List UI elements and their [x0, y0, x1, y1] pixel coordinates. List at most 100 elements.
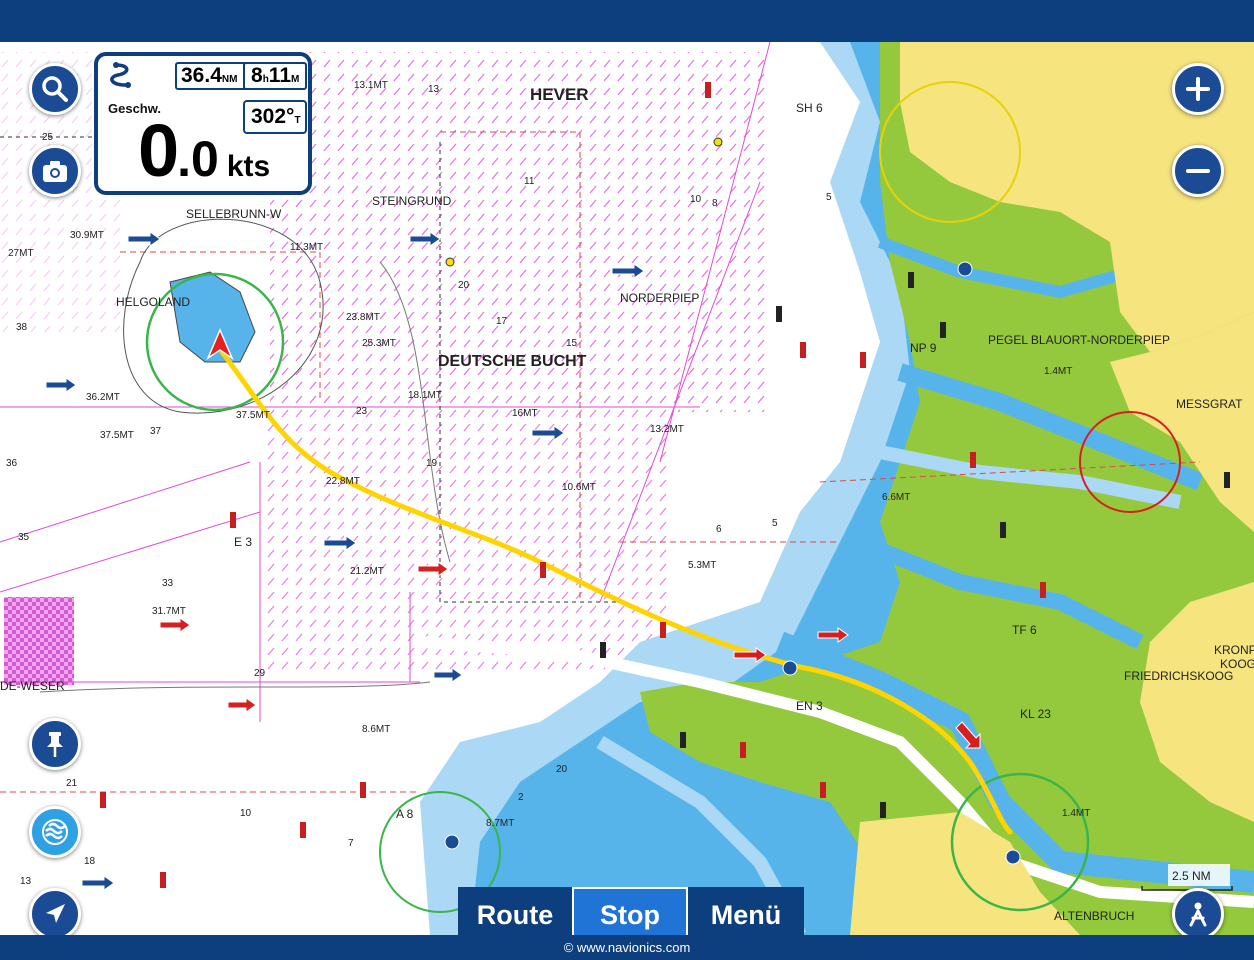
label-deutsche-bucht: DEUTSCHE BUCHT	[438, 353, 587, 370]
time-hours: 8	[251, 64, 263, 87]
depth-label: 29	[254, 668, 266, 679]
depth-label: 10	[690, 194, 702, 205]
depth-label: 10	[240, 808, 252, 819]
tab-stop[interactable]: Stop	[572, 887, 688, 935]
label-hever: HEVER	[530, 85, 589, 104]
navigation-info-panel: 36.4NM 8h11M Geschw. 302°T 0.0 kts	[94, 52, 312, 195]
depth-label: 13	[20, 876, 32, 887]
label-en3: EN 3	[796, 699, 823, 713]
label-messgrat: MESSGRAT	[1176, 397, 1243, 411]
label-pegel: PEGEL BLAUORT-NORDERPIEP	[988, 333, 1170, 347]
depth-label: 16MT	[512, 408, 538, 419]
speed-readout: 0.0 kts	[138, 114, 270, 196]
depth-label: 27MT	[8, 248, 34, 259]
depth-label: 8	[712, 198, 718, 209]
distance-unit: NM	[221, 74, 238, 85]
depth-label: 25.3MT	[362, 338, 396, 349]
depth-label: 21.2MT	[350, 566, 384, 577]
depth-label: 18	[84, 856, 96, 867]
locate-button[interactable]	[29, 888, 81, 940]
depth-label: 33	[162, 578, 174, 589]
depth-label: 31.7MT	[152, 606, 186, 617]
search-button[interactable]	[29, 63, 81, 115]
speed-unit: kts	[226, 150, 271, 183]
label-tf6: TF 6	[1012, 623, 1037, 637]
label-friedrichskoog: FRIEDRICHSKOOG	[1124, 669, 1233, 683]
depth-label: 23.8MT	[346, 312, 380, 323]
depth-label: 22.8MT	[326, 476, 360, 487]
zoom-out-button[interactable]	[1172, 145, 1224, 197]
layers-icon	[42, 819, 68, 845]
depth-label: 36	[6, 458, 18, 469]
route-icon	[110, 62, 131, 88]
tab-route[interactable]: Route	[458, 887, 572, 935]
scale-label: 2.5 NM	[1172, 869, 1211, 883]
label-sellebrunn: SELLEBRUNN-W	[186, 207, 282, 221]
label-altenbruch: ALTENBRUCH	[1054, 909, 1134, 923]
label-kronp: KRONP	[1214, 643, 1254, 657]
copyright-text: © www.navionics.com	[563, 940, 691, 955]
depth-label: 1.4MT	[1044, 366, 1072, 377]
depth-label: 7	[348, 838, 354, 849]
depth-label: 6.6MT	[882, 492, 910, 503]
depth-label: 25	[42, 132, 54, 143]
plus-icon	[1186, 77, 1210, 101]
layers-button[interactable]	[29, 806, 81, 858]
label-kl23: KL 23	[1020, 707, 1051, 721]
depth-label: 11	[524, 176, 535, 187]
depth-label: 5	[826, 192, 832, 203]
dredged-area	[4, 597, 74, 685]
depth-label: 13.2MT	[650, 424, 684, 435]
depth-label: 2	[518, 792, 524, 803]
camera-button[interactable]	[29, 145, 81, 197]
depth-label: 37.5MT	[236, 410, 270, 421]
search-icon	[42, 76, 68, 102]
depth-label: 20	[556, 764, 568, 775]
depth-label: 23	[356, 406, 368, 417]
depth-label: 8.6MT	[362, 724, 390, 735]
depth-label: 13	[428, 84, 440, 95]
restricted-area-central	[260, 412, 670, 672]
label-helgoland: HELGOLAND	[116, 295, 190, 309]
depth-label: 20	[458, 280, 470, 291]
depth-label: 19	[426, 458, 438, 469]
depth-label: 6	[716, 524, 722, 535]
depth-label: 18.1MT	[408, 390, 442, 401]
label-np9: NP 9	[910, 341, 937, 355]
speed-dec: .0	[177, 131, 219, 187]
navigation-arrow-icon	[46, 904, 65, 923]
time-minutes-unit: M	[291, 74, 300, 85]
pin-button[interactable]	[29, 718, 81, 770]
distance-value: 36.4	[181, 64, 222, 87]
depth-label: 17	[496, 316, 508, 327]
label-sh6: SH 6	[796, 101, 823, 115]
depth-label: 35	[18, 532, 30, 543]
bottom-tab-bar: Route Stop Menü	[458, 887, 804, 935]
depth-label: 37	[150, 426, 162, 437]
label-de-weser: DE-WESER	[0, 679, 65, 693]
time-readout: 8h11M	[243, 62, 307, 90]
depth-label: 10.6MT	[562, 482, 596, 493]
depth-label: 36.2MT	[86, 392, 120, 403]
zoom-in-button[interactable]	[1172, 63, 1224, 115]
depth-label: 5	[772, 518, 778, 529]
person-icon	[1189, 902, 1207, 927]
tab-menu[interactable]: Menü	[688, 887, 804, 935]
depth-label: 37.5MT	[100, 430, 134, 441]
depth-label: 8.7MT	[486, 818, 514, 829]
label-steingrund: STEINGRUND	[372, 194, 452, 208]
time-minutes: 11	[268, 64, 291, 87]
top-bar	[0, 0, 1254, 42]
depth-label: 21	[66, 778, 78, 789]
depth-label: 5.3MT	[688, 560, 716, 571]
course-unit: T	[294, 115, 301, 126]
label-a8: A 8	[396, 807, 414, 821]
profile-button[interactable]	[1172, 888, 1224, 940]
label-koog: KOOG	[1220, 657, 1254, 671]
camera-icon	[43, 161, 67, 182]
minus-icon	[1186, 169, 1210, 173]
depth-label: 13.1MT	[354, 80, 388, 91]
label-e3: E 3	[234, 535, 252, 549]
depth-label: 1.4MT	[1062, 808, 1090, 819]
pin-icon	[47, 732, 63, 757]
